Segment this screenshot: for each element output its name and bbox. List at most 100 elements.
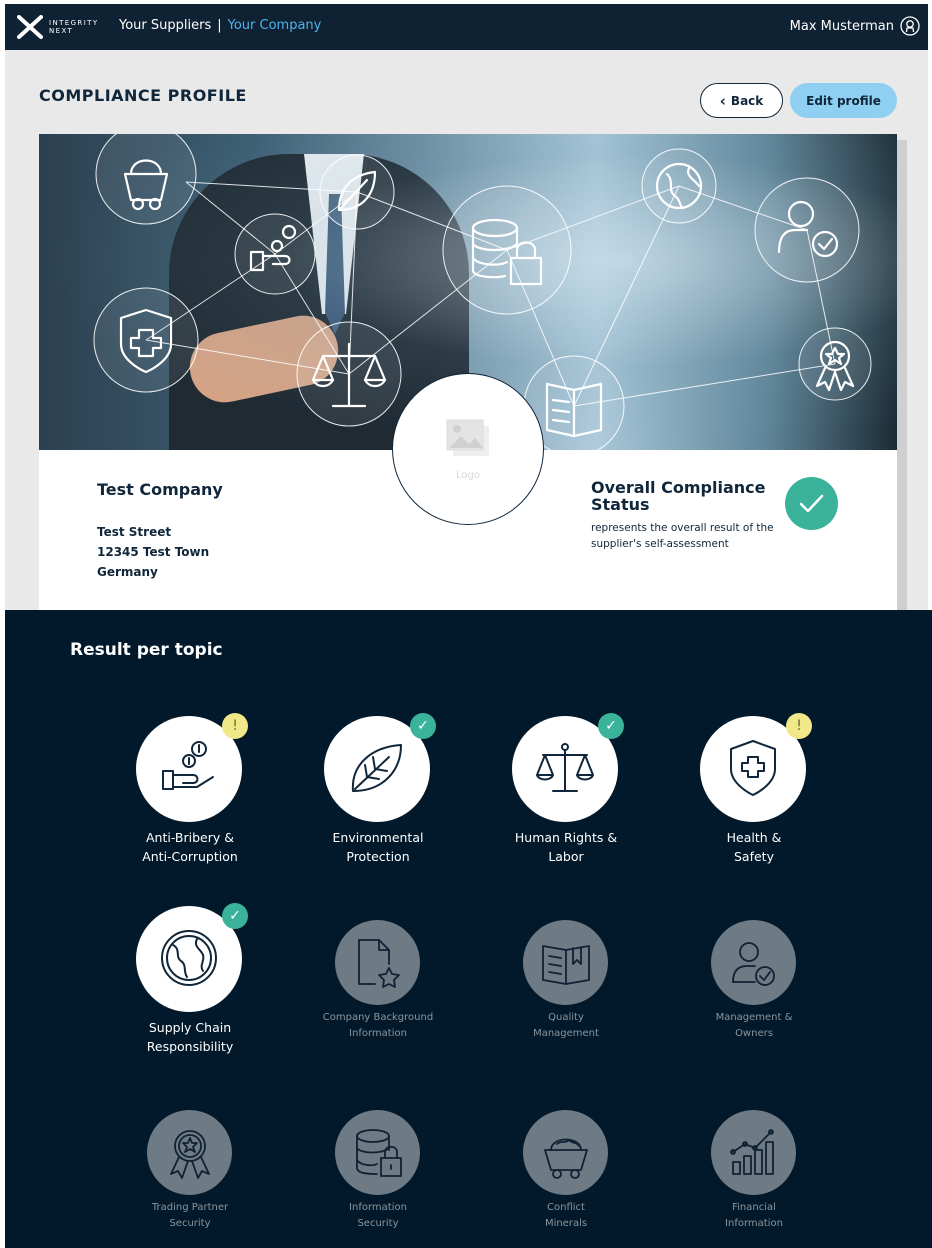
- topic-label-line2: Information: [349, 1028, 407, 1039]
- check-badge-icon: ✓: [410, 713, 436, 739]
- warning-badge-icon: !: [222, 713, 248, 739]
- topic-management-owners[interactable]: Management & Owners: [659, 920, 849, 1050]
- topic-label-line1: Information: [349, 1202, 407, 1213]
- topic-label-line1: Conflict: [547, 1202, 585, 1213]
- overall-compliance-title-line2: Status: [591, 495, 650, 514]
- topic-label-line2: Information: [725, 1218, 783, 1229]
- nav-your-company[interactable]: Your Company: [228, 18, 322, 33]
- topic-conflict-minerals[interactable]: Conflict Minerals: [471, 1110, 661, 1240]
- logo-line2: NEXT: [49, 27, 74, 35]
- user-menu[interactable]: Max Musterman: [790, 16, 920, 36]
- back-button[interactable]: ‹ Back: [700, 83, 783, 118]
- nav-separator: |: [217, 18, 222, 33]
- check-badge-icon: ✓: [598, 713, 624, 739]
- topic-label-line2: Labor: [548, 849, 584, 864]
- topic-financial-information[interactable]: Financial Information: [659, 1110, 849, 1240]
- topic-label-line2: Security: [169, 1218, 211, 1229]
- topic-label-line1: Human Rights &: [514, 830, 618, 845]
- bar-chart-icon: [730, 1129, 774, 1175]
- topic-environmental-protection[interactable]: ✓ Environmental Protection: [283, 713, 473, 873]
- topic-trading-partner-security[interactable]: Trading Partner Security: [95, 1110, 285, 1240]
- edit-profile-label: Edit profile: [806, 93, 881, 108]
- company-logo-placeholder[interactable]: Logo: [392, 373, 544, 525]
- topic-label-line2: Anti-Corruption: [142, 849, 238, 864]
- nav-your-suppliers[interactable]: Your Suppliers: [119, 18, 211, 33]
- document-star-icon: [358, 939, 400, 988]
- checkmark-icon: [799, 494, 824, 513]
- chevron-left-icon: ‹: [719, 91, 726, 110]
- address-country: Germany: [97, 565, 158, 579]
- company-name: Test Company: [97, 480, 223, 499]
- overall-compliance-title-line1: Overall Compliance: [591, 478, 766, 497]
- topic-label-line1: Quality: [548, 1012, 584, 1023]
- topic-label-line2: Safety: [734, 849, 774, 864]
- overall-status-check-icon: [785, 477, 838, 530]
- topic-label-line1: Health &: [726, 830, 782, 845]
- hand-coins-icon: [162, 741, 214, 790]
- database-lock-icon: [356, 1129, 402, 1177]
- overall-compliance-description: represents the overall result of the sup…: [591, 522, 774, 550]
- topic-label-line2: Management: [533, 1028, 599, 1039]
- image-placeholder-icon: [446, 419, 489, 456]
- topic-label: Information Security: [283, 1200, 473, 1232]
- globe-icon: [161, 930, 217, 986]
- award-ribbon-icon: [170, 1130, 210, 1179]
- open-book-icon: [542, 945, 590, 985]
- topic-label: Conflict Minerals: [471, 1200, 661, 1232]
- back-button-label: Back: [730, 93, 764, 108]
- scales-icon: [536, 743, 594, 792]
- company-address: Test Street 12345 Test Town Germany: [97, 522, 209, 582]
- logo-x-icon: [17, 15, 43, 39]
- topic-label-line1: Environmental: [332, 830, 424, 845]
- topic-label: Anti-Bribery & Anti-Corruption: [95, 828, 285, 866]
- topic-label-line2: Responsibility: [146, 1039, 234, 1054]
- topic-label: Human Rights & Labor: [471, 828, 661, 866]
- topic-label: Management & Owners: [659, 1010, 849, 1042]
- leaf-icon: [351, 744, 402, 792]
- topic-company-background[interactable]: Company Background Information: [283, 920, 473, 1050]
- topic-information-security[interactable]: Information Security: [283, 1110, 473, 1240]
- check-badge-icon: ✓: [222, 903, 248, 929]
- page-title: COMPLIANCE PROFILE: [39, 86, 247, 105]
- integrity-next-logo[interactable]: INTEGRITY NEXT: [17, 15, 99, 39]
- topic-label-line1: Company Background: [322, 1012, 434, 1023]
- topic-label: Supply Chain Responsibility: [95, 1018, 285, 1056]
- topic-label-line2: Protection: [346, 849, 410, 864]
- topic-label: Environmental Protection: [283, 828, 473, 866]
- topic-label-line1: Anti-Bribery &: [146, 830, 234, 845]
- user-avatar-icon: [900, 16, 920, 36]
- user-name: Max Musterman: [789, 18, 894, 34]
- topic-label-line1: Trading Partner: [151, 1202, 229, 1213]
- top-nav-bar: INTEGRITY NEXT Your Suppliers | Your Compa…: [5, 4, 928, 50]
- topic-label-line1: Financial: [732, 1202, 776, 1213]
- warning-badge-icon: !: [786, 713, 812, 739]
- shield-cross-icon: [730, 740, 776, 796]
- topic-label: Company Background Information: [283, 1010, 473, 1042]
- address-street: Test Street: [97, 525, 172, 539]
- person-check-icon: [732, 942, 775, 986]
- topic-label: Health & Safety: [659, 828, 849, 866]
- nav-links: Your Suppliers | Your Company: [119, 18, 321, 33]
- topic-supply-chain-responsibility[interactable]: ✓ Supply Chain Responsibility: [95, 903, 285, 1063]
- topic-quality-management[interactable]: Quality Management: [471, 920, 661, 1050]
- topic-human-rights-labor[interactable]: ✓ Human Rights & Labor: [471, 713, 661, 873]
- logo-line1: INTEGRITY: [49, 19, 99, 27]
- address-city: 12345 Test Town: [97, 545, 210, 559]
- logo-text: INTEGRITY NEXT: [49, 19, 99, 35]
- mine-cart-icon: [544, 1138, 588, 1179]
- logo-caption: Logo: [456, 470, 480, 481]
- topic-health-safety[interactable]: ! Health & Safety: [659, 713, 849, 873]
- topic-label-line2: Security: [357, 1218, 399, 1229]
- topic-label-line1: Management &: [715, 1012, 793, 1023]
- edit-profile-button[interactable]: Edit profile: [790, 83, 897, 118]
- topic-label: Quality Management: [471, 1010, 661, 1042]
- topic-anti-bribery[interactable]: ! Anti-Bribery & Anti-Corruption: [95, 713, 285, 873]
- result-per-topic-title: Result per topic: [70, 640, 223, 660]
- topic-label-line2: Owners: [735, 1028, 773, 1039]
- topic-label-line1: Supply Chain: [148, 1020, 232, 1035]
- overall-compliance-title: Overall Compliance Status: [591, 479, 781, 513]
- topic-label: Financial Information: [659, 1200, 849, 1232]
- topic-label: Trading Partner Security: [95, 1200, 285, 1232]
- topic-label-line2: Minerals: [544, 1218, 588, 1229]
- card-shadow: [897, 140, 907, 610]
